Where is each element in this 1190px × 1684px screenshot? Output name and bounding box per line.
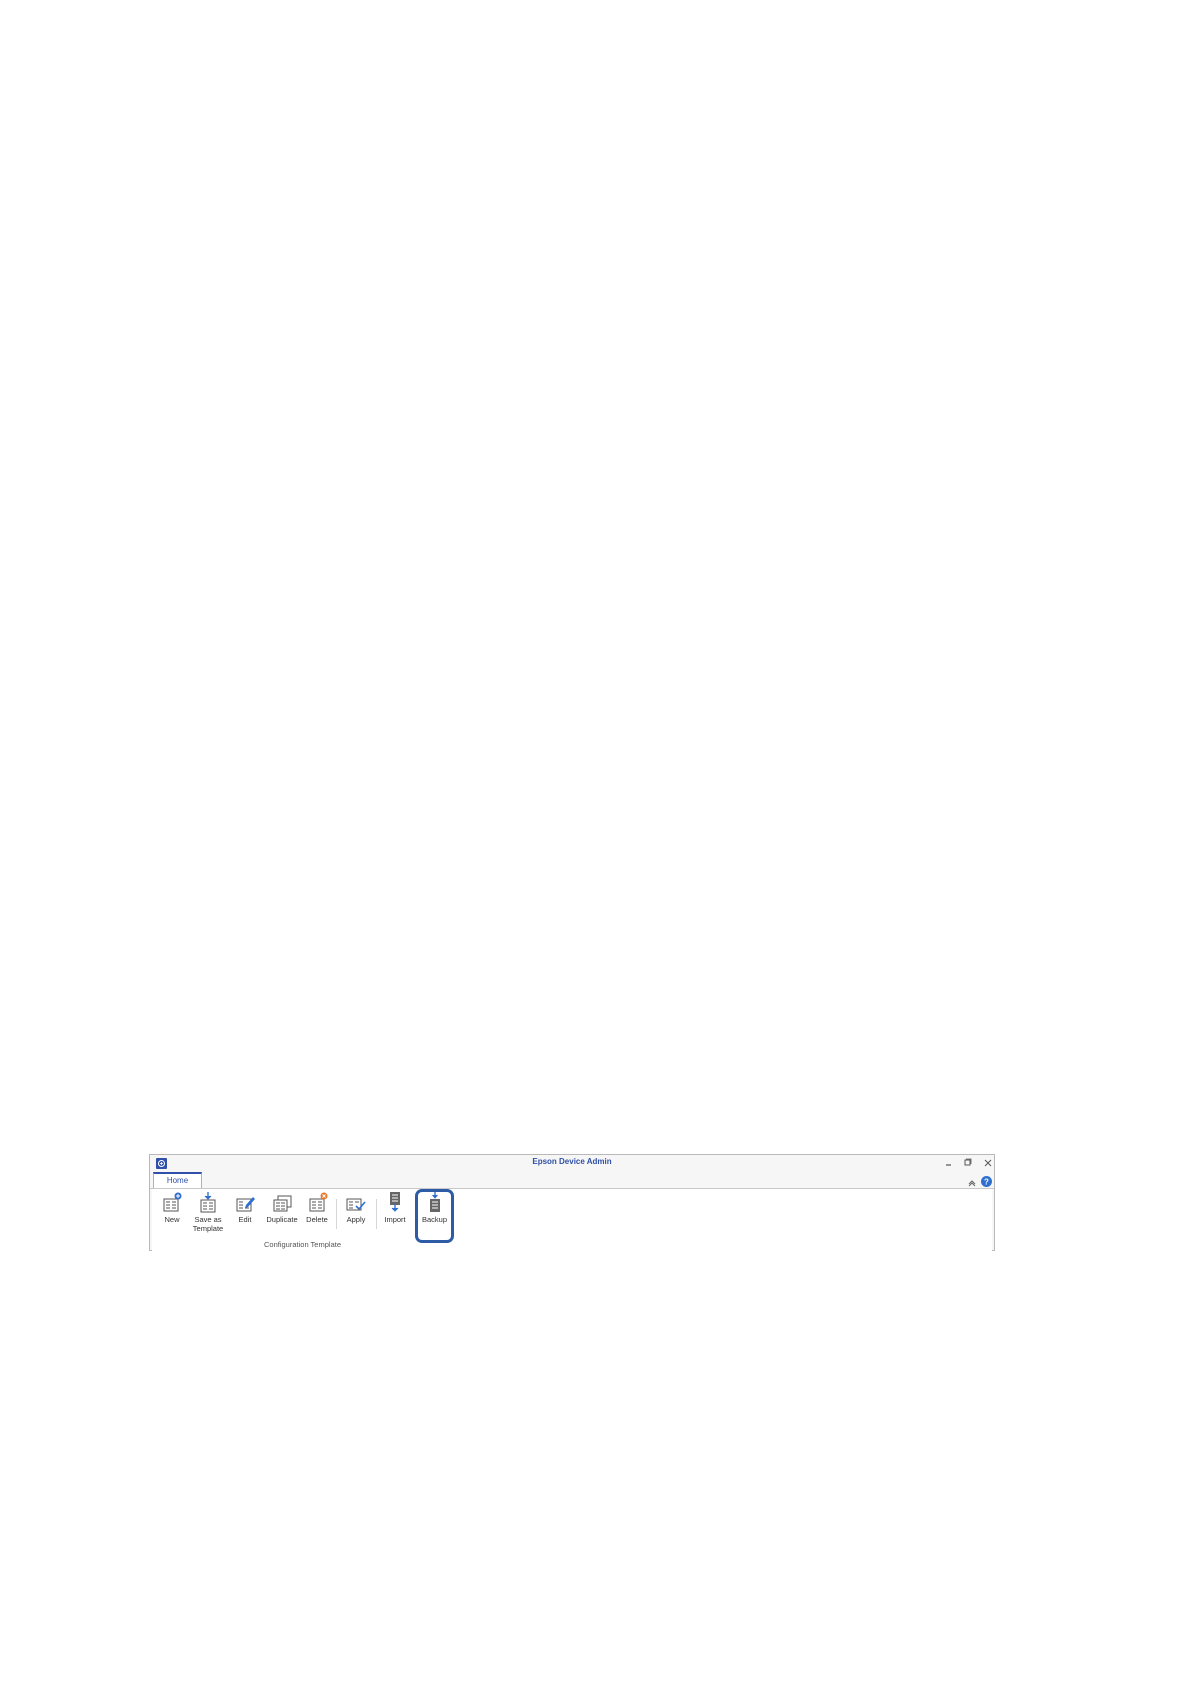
new-template-icon <box>163 1192 182 1212</box>
apply-icon <box>346 1198 366 1211</box>
ribbon-separator <box>336 1199 337 1229</box>
help-icon[interactable]: ? <box>981 1174 992 1187</box>
title-bar: Epson Device Admin <box>150 1155 994 1171</box>
app-window: Epson Device Admin Home ? New Save as Te… <box>149 1154 995 1251</box>
save-template-icon <box>200 1192 216 1213</box>
delete-icon <box>309 1192 328 1212</box>
backup-highlight-frame <box>415 1189 454 1243</box>
svg-text:?: ? <box>984 1178 989 1187</box>
save-as-template-button[interactable]: Save as Template <box>190 1191 226 1233</box>
apply-button[interactable]: Apply <box>342 1191 370 1224</box>
maximize-icon[interactable] <box>961 1156 975 1170</box>
import-button[interactable]: Import <box>381 1191 409 1224</box>
delete-button[interactable]: Delete <box>304 1191 330 1224</box>
ribbon-tab-row: Home ? <box>150 1171 994 1189</box>
window-title: Epson Device Admin <box>532 1157 612 1166</box>
collapse-ribbon-icon[interactable] <box>967 1175 977 1187</box>
import-icon <box>390 1192 400 1212</box>
close-icon[interactable] <box>981 1156 995 1170</box>
edit-icon <box>236 1197 255 1212</box>
tab-home[interactable]: Home <box>153 1172 202 1188</box>
ribbon-group-label: Configuration Template <box>264 1240 341 1249</box>
ribbon-panel: New Save as Template Edit Duplicate Dele… <box>152 1189 992 1251</box>
minimize-icon[interactable] <box>942 1156 956 1170</box>
duplicate-button[interactable]: Duplicate <box>264 1191 300 1224</box>
duplicate-icon <box>273 1195 292 1212</box>
new-button[interactable]: New <box>160 1191 184 1224</box>
ribbon-separator <box>376 1199 377 1229</box>
edit-button[interactable]: Edit <box>233 1191 257 1224</box>
